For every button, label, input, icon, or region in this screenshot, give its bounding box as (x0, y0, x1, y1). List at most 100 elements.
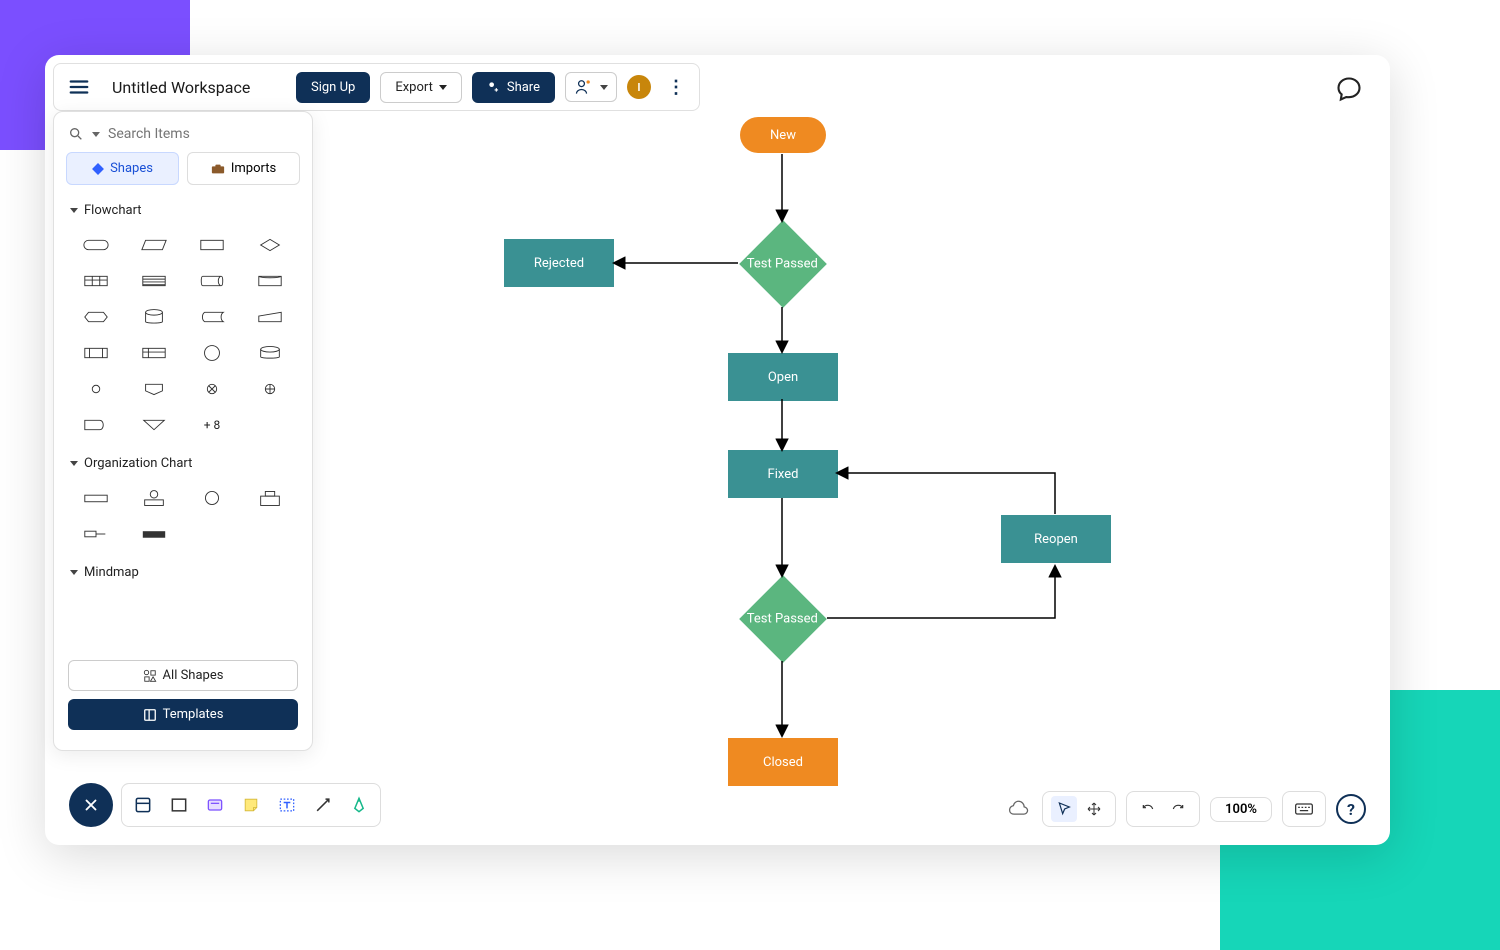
chat-icon (1335, 75, 1363, 103)
tab-imports-label: Imports (231, 161, 276, 176)
app-window: Untitled Workspace Sign Up Export Share … (45, 55, 1390, 845)
shape-rectangle[interactable] (184, 228, 240, 262)
collab-icon (574, 77, 594, 97)
keyboard-button[interactable] (1291, 796, 1317, 822)
shape-internal-storage[interactable] (126, 336, 182, 370)
menu-button[interactable] (62, 70, 96, 104)
templates-button[interactable]: Templates (68, 699, 298, 730)
chat-button[interactable] (1335, 75, 1365, 105)
shape-display[interactable] (184, 264, 240, 298)
close-icon (82, 796, 100, 814)
sidebar: Shapes Imports Flowchart (53, 111, 313, 751)
shape-org-card[interactable] (242, 481, 298, 515)
help-button[interactable]: ? (1336, 794, 1366, 824)
more-shapes[interactable]: + 8 (184, 408, 240, 442)
shape-cylinder[interactable] (126, 300, 182, 334)
shape-list[interactable] (126, 264, 182, 298)
cursor-tool[interactable] (1051, 796, 1077, 822)
search-input[interactable] (108, 126, 298, 142)
tool-pen[interactable] (344, 790, 374, 820)
shape-small-circle[interactable] (68, 372, 124, 406)
section-flowchart-label: Flowchart (84, 203, 142, 218)
shape-parallelogram[interactable] (126, 228, 182, 262)
all-shapes-button[interactable]: All Shapes (68, 660, 298, 691)
more-menu-button[interactable]: ⋮ (661, 77, 691, 98)
section-org[interactable]: Organization Chart (54, 446, 312, 477)
all-shapes-label: All Shapes (163, 668, 224, 683)
close-panel-button[interactable] (69, 783, 113, 827)
chevron-down-icon (70, 208, 78, 213)
shape-org-circle[interactable] (184, 481, 240, 515)
shape-database[interactable] (242, 336, 298, 370)
shape-summing[interactable] (184, 372, 240, 406)
flowchart-shapes: + 8 (54, 224, 312, 446)
shape-diamond[interactable] (242, 228, 298, 262)
export-button[interactable]: Export (380, 72, 462, 103)
tab-shapes-label: Shapes (110, 161, 153, 176)
node-open[interactable]: Open (728, 353, 838, 401)
hamburger-icon (68, 76, 90, 98)
shape-merge[interactable] (126, 408, 182, 442)
tool-frame[interactable] (128, 790, 158, 820)
section-mindmap-label: Mindmap (84, 565, 139, 580)
bottom-right-toolbar: 100% ? (1006, 791, 1366, 827)
tab-shapes[interactable]: Shapes (66, 152, 179, 185)
shape-delay[interactable] (68, 408, 124, 442)
chevron-down-icon (70, 461, 78, 466)
node-new[interactable]: New (740, 117, 826, 153)
share-label: Share (507, 80, 540, 95)
cloud-sync-button[interactable] (1006, 796, 1032, 822)
tool-connector[interactable] (308, 790, 338, 820)
node-fixed[interactable]: Fixed (728, 450, 838, 498)
shape-table[interactable] (68, 264, 124, 298)
collab-dropdown[interactable] (565, 72, 617, 102)
shape-circle[interactable] (184, 336, 240, 370)
shape-org-rect[interactable] (68, 481, 124, 515)
top-toolbar: Untitled Workspace Sign Up Export Share … (53, 63, 700, 111)
node-test-passed-1[interactable]: Test Passed (739, 220, 827, 308)
share-button[interactable]: Share (472, 72, 555, 103)
tool-text[interactable] (272, 790, 302, 820)
shape-org-person[interactable] (126, 481, 182, 515)
shape-predefined[interactable] (68, 336, 124, 370)
shape-org-filled[interactable] (126, 517, 182, 551)
tool-sticky[interactable] (236, 790, 266, 820)
workspace-title[interactable]: Untitled Workspace (106, 78, 286, 97)
template-icon (143, 708, 157, 722)
node-reopen[interactable]: Reopen (1001, 515, 1111, 563)
shape-stored-data[interactable] (184, 300, 240, 334)
chevron-down-icon (70, 570, 78, 575)
pan-tool[interactable] (1081, 796, 1107, 822)
signup-button[interactable]: Sign Up (296, 72, 370, 103)
tool-card[interactable] (200, 790, 230, 820)
shape-or[interactable] (242, 372, 298, 406)
shape-manual-input[interactable] (242, 300, 298, 334)
node-test-passed-2[interactable]: Test Passed (739, 575, 827, 663)
diamond-icon (92, 163, 104, 175)
redo-button[interactable] (1165, 796, 1191, 822)
shape-curved-rect[interactable] (242, 264, 298, 298)
search-icon (68, 126, 84, 142)
section-org-label: Organization Chart (84, 456, 192, 471)
chevron-down-icon (92, 132, 100, 137)
shape-org-tag[interactable] (68, 517, 124, 551)
briefcase-icon (211, 163, 225, 175)
shape-terminator[interactable] (68, 228, 124, 262)
shape-offpage[interactable] (126, 372, 182, 406)
shape-hexagon[interactable] (68, 300, 124, 334)
zoom-level[interactable]: 100% (1219, 802, 1263, 817)
tool-rectangle[interactable] (164, 790, 194, 820)
chevron-down-icon (600, 85, 608, 90)
undo-button[interactable] (1135, 796, 1161, 822)
section-flowchart[interactable]: Flowchart (54, 193, 312, 224)
share-icon (487, 80, 501, 94)
export-label: Export (395, 80, 433, 95)
tab-imports[interactable]: Imports (187, 152, 300, 185)
section-mindmap[interactable]: Mindmap (54, 555, 312, 586)
bottom-left-toolbar (69, 783, 381, 827)
node-closed[interactable]: Closed (728, 738, 838, 786)
templates-label: Templates (163, 707, 224, 722)
node-rejected[interactable]: Rejected (504, 239, 614, 287)
user-avatar[interactable]: I (627, 75, 651, 99)
chevron-down-icon (439, 85, 447, 90)
